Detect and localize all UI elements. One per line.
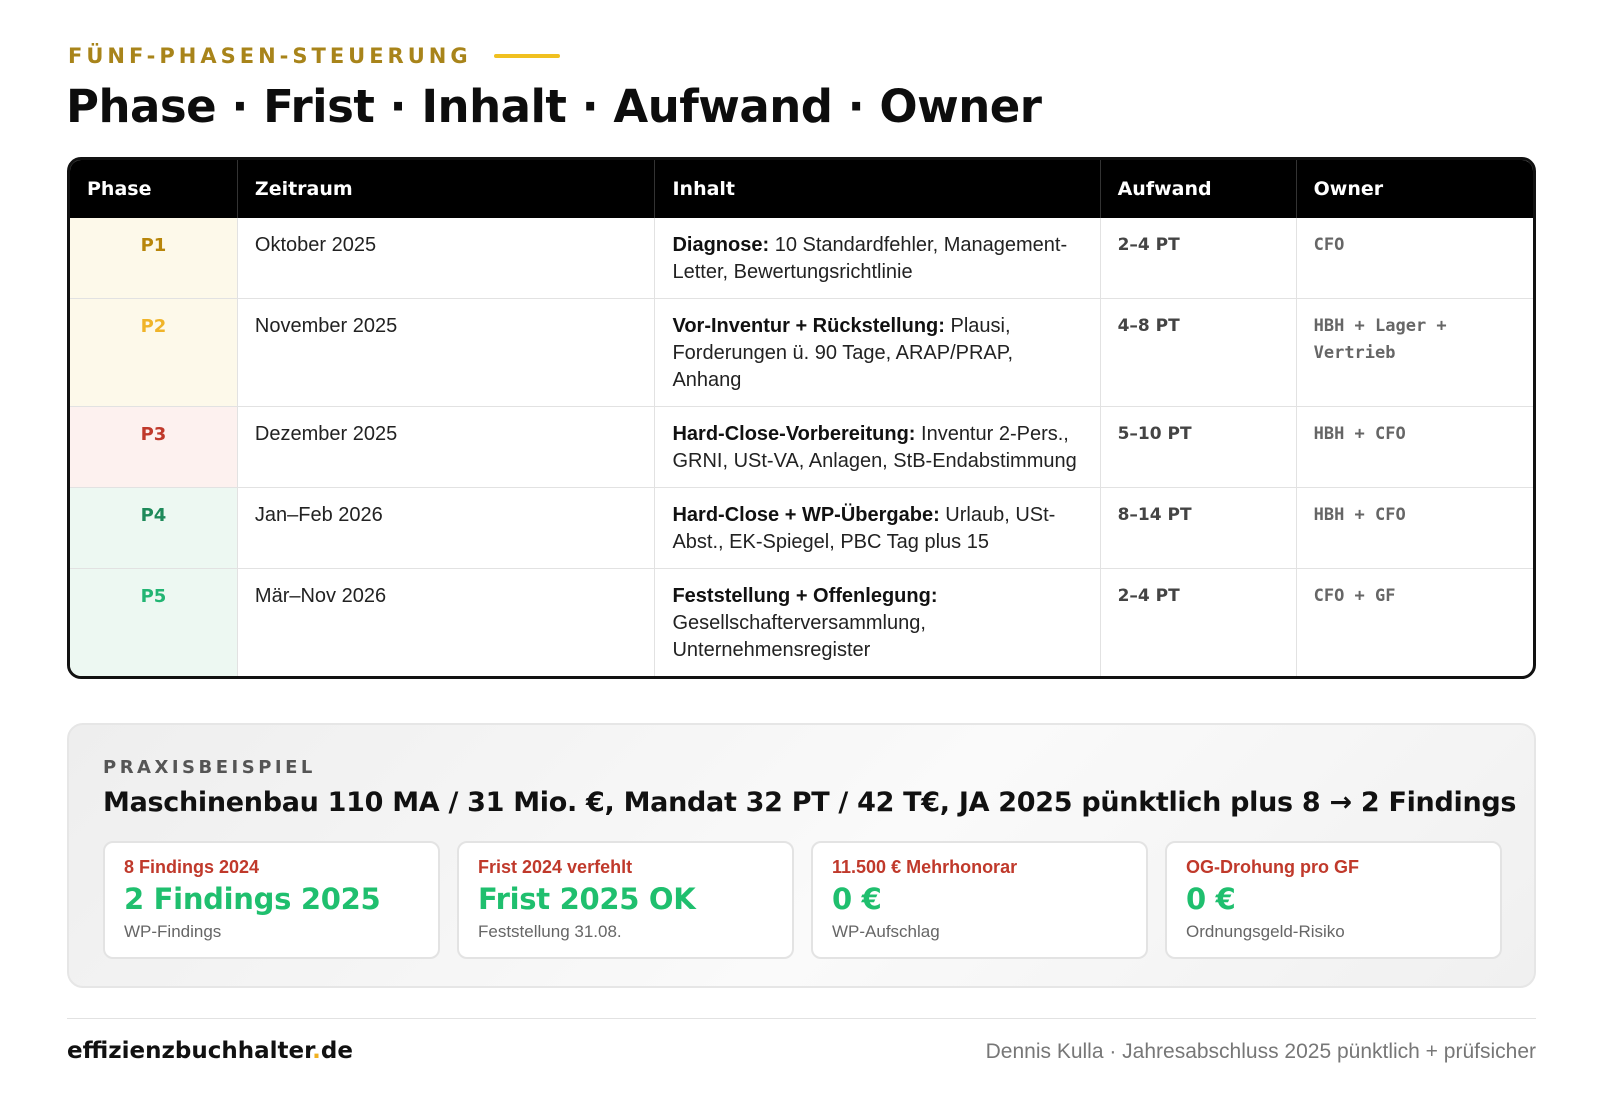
cell-owner: HBH + Lager + Vertrieb — [1296, 298, 1533, 407]
table-row: P1 Oktober 2025 Diagnose: 10 Standardfehle… — [70, 218, 1533, 299]
table-row: P5 Mär–Nov 2026 Feststellung + Offenlegung… — [70, 568, 1533, 676]
cell-aufwand: 2–4 PT — [1100, 568, 1297, 676]
kpi-card: 8 Findings 2024 2 Findings 2025 WP-Finding… — [103, 841, 440, 959]
column-header-owner: Owner — [1296, 160, 1533, 218]
card-caption: WP-Findings — [124, 922, 222, 941]
card-before-label: OG-Drohung pro GF — [1186, 857, 1359, 877]
inhalt-text: Gesellschafterversammlung, Unternehmensr… — [672, 612, 926, 661]
cell-owner: HBH + CFO — [1296, 487, 1533, 569]
cell-phase: P3 — [70, 406, 238, 488]
column-header-zeitraum: Zeitraum — [237, 160, 656, 218]
cell-aufwand: 2–4 PT — [1100, 218, 1297, 299]
column-header-phase: Phase — [70, 160, 238, 218]
cell-aufwand: 5–10 PT — [1100, 406, 1297, 488]
cell-zeitraum: Jan–Feb 2026 — [237, 487, 656, 569]
praxis-panel: PRAXISBEISPIEL Maschinenbau 110 MA / 31 … — [67, 723, 1536, 988]
inhalt-heading: Hard-Close-Vorbereitung: — [672, 423, 916, 445]
praxis-eyebrow: PRAXISBEISPIEL — [103, 757, 316, 778]
cell-zeitraum: Oktober 2025 — [237, 218, 656, 299]
table-row: P2 November 2025 Vor-Inventur + Rückstellu… — [70, 298, 1533, 407]
cell-zeitraum: Mär–Nov 2026 — [237, 568, 656, 676]
kpi-card: Frist 2024 verfehlt Frist 2025 OK Feststel… — [457, 841, 794, 959]
brand-dot: . — [312, 1038, 321, 1064]
cell-aufwand: 4–8 PT — [1100, 298, 1297, 407]
column-header-aufwand: Aufwand — [1100, 160, 1297, 218]
cell-phase: P1 — [70, 218, 238, 299]
cell-aufwand: 8–14 PT — [1100, 487, 1297, 569]
page-title: Phase · Frist · Inhalt · Aufwand · Owner — [66, 80, 1042, 133]
cell-inhalt: Hard-Close + WP-Übergabe: Urlaub, USt-Ab… — [654, 487, 1101, 569]
card-result-value: 0 € — [1186, 882, 1236, 916]
table-row: P4 Jan–Feb 2026 Hard-Close + WP-Übergabe: … — [70, 487, 1533, 569]
cell-phase: P2 — [70, 298, 238, 407]
brand-name: effizienzbuchhalter — [67, 1038, 313, 1064]
inhalt-heading: Diagnose: — [672, 234, 770, 256]
kpi-card: 11.500 € Mehrhonorar 0 € WP-Aufschlag — [811, 841, 1148, 959]
card-caption: Ordnungsgeld-Risiko — [1186, 922, 1345, 941]
eyebrow-accent-line — [493, 54, 560, 58]
cell-owner: HBH + CFO — [1296, 406, 1533, 488]
table-header-row: Phase Zeitraum Inhalt Aufwand Owner — [70, 160, 1533, 218]
inhalt-heading: Feststellung + Offenlegung: — [672, 585, 938, 607]
inhalt-heading: Vor-Inventur + Rückstellung: — [672, 315, 945, 337]
inhalt-heading: Hard-Close + WP-Übergabe: — [672, 504, 940, 526]
cell-zeitraum: November 2025 — [237, 298, 656, 407]
footer-brand: effizienzbuchhalter.de — [67, 1038, 353, 1064]
card-before-label: 11.500 € Mehrhonorar — [832, 857, 1018, 877]
cell-inhalt: Hard-Close-Vorbereitung: Inventur 2-Pers… — [654, 406, 1101, 488]
cell-owner: CFO — [1296, 218, 1533, 299]
card-result-value: 0 € — [832, 882, 882, 916]
eyebrow-row: FÜNF-PHASEN-STEUERUNG — [68, 44, 560, 68]
cell-inhalt: Diagnose: 10 Standardfehler, Management-… — [654, 218, 1101, 299]
phase-table: Phase Zeitraum Inhalt Aufwand Owner P1 Ok… — [67, 157, 1536, 679]
card-caption: WP-Aufschlag — [832, 922, 940, 941]
kpi-cards: 8 Findings 2024 2 Findings 2025 WP-Finding… — [103, 841, 1502, 959]
card-caption: Feststellung 31.08. — [478, 922, 622, 941]
cell-inhalt: Vor-Inventur + Rückstellung: Plausi, For… — [654, 298, 1101, 407]
cell-inhalt: Feststellung + Offenlegung: Gesellschaft… — [654, 568, 1101, 676]
column-header-inhalt: Inhalt — [654, 160, 1101, 218]
footer-meta: Dennis Kulla · Jahresabschluss 2025 pünk… — [985, 1040, 1536, 1063]
cell-phase: P4 — [70, 487, 238, 569]
card-before-label: Frist 2024 verfehlt — [478, 857, 633, 877]
cell-phase: P5 — [70, 568, 238, 676]
card-before-label: 8 Findings 2024 — [124, 857, 260, 877]
praxis-title: Maschinenbau 110 MA / 31 Mio. €, Mandat … — [103, 787, 1517, 818]
footer-divider — [67, 1018, 1536, 1019]
eyebrow: FÜNF-PHASEN-STEUERUNG — [68, 44, 472, 68]
brand-tld: de — [320, 1038, 353, 1064]
kpi-card: OG-Drohung pro GF 0 € Ordnungsgeld-Risiko — [1165, 841, 1502, 959]
table-row: P3 Dezember 2025 Hard-Close-Vorbereitung: … — [70, 406, 1533, 488]
cell-owner: CFO + GF — [1313, 586, 1396, 606]
cell-zeitraum: Dezember 2025 — [237, 406, 656, 488]
card-result-value: 2 Findings 2025 — [124, 882, 381, 916]
card-result-value: Frist 2025 OK — [478, 882, 696, 916]
